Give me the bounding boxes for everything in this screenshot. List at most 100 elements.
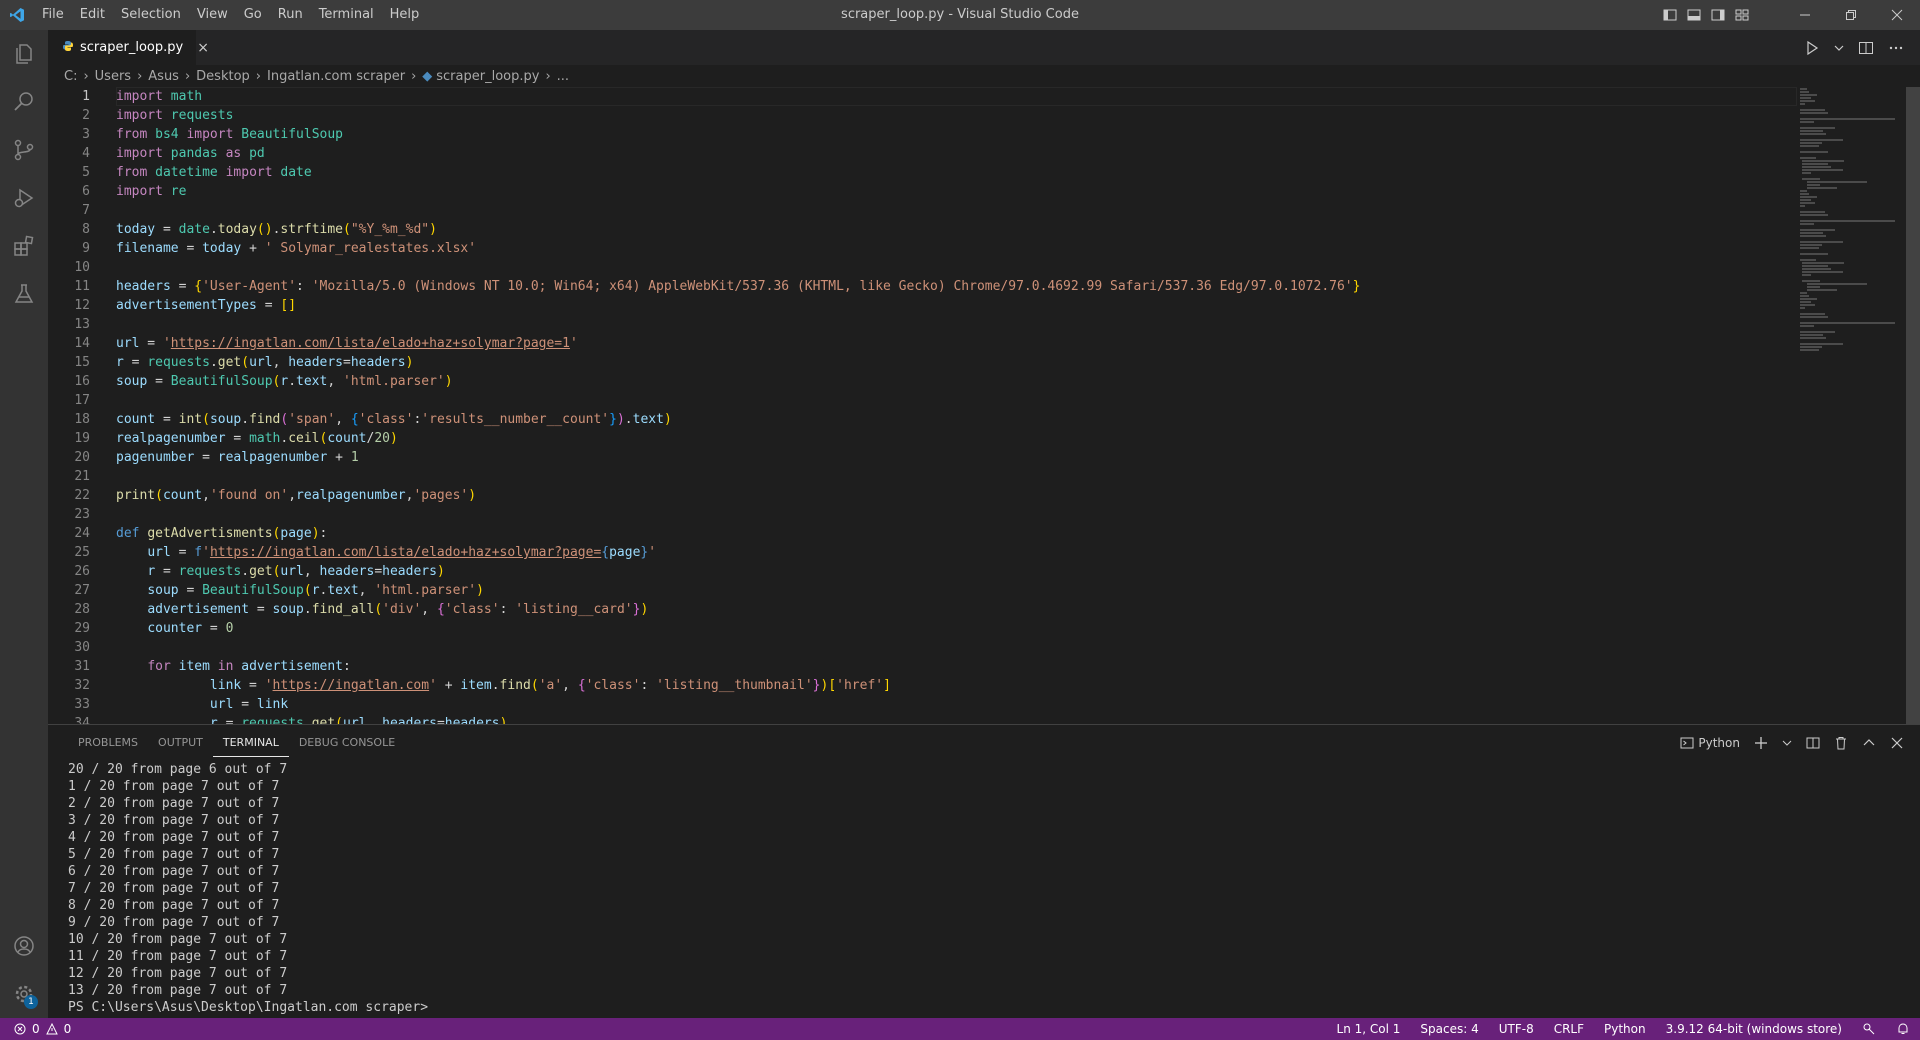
menu-view[interactable]: View — [189, 0, 236, 30]
tab-debug-console[interactable]: DEBUG CONSOLE — [289, 725, 405, 760]
code-line[interactable]: 26 r = requests.get(url, headers=headers… — [48, 562, 1907, 581]
code-line[interactable]: 25 url = f'https://ingatlan.com/lista/el… — [48, 543, 1907, 562]
terminal-shell-selector[interactable]: Python — [1680, 736, 1740, 750]
source-control-icon[interactable] — [0, 126, 48, 174]
code-line[interactable]: 1 import math — [48, 87, 1907, 106]
editor-vertical-scrollbar[interactable] — [1906, 87, 1920, 724]
breadcrumb-folder[interactable]: Ingatlan.com scraper — [267, 69, 405, 84]
breadcrumb-file[interactable]: scraper_loop.py — [436, 69, 539, 84]
menu-edit[interactable]: Edit — [72, 0, 113, 30]
code-line[interactable]: 8 today = date.today().strftime("%Y_%m_%d… — [48, 220, 1907, 239]
code-line[interactable]: 13 — [48, 315, 1907, 334]
menu-go[interactable]: Go — [236, 0, 270, 30]
breadcrumb-desktop[interactable]: Desktop — [196, 69, 250, 84]
menu-run[interactable]: Run — [270, 0, 311, 30]
menu-terminal[interactable]: Terminal — [311, 0, 382, 30]
code-line[interactable]: 9 filename = today + ' Solymar_realestate… — [48, 239, 1907, 258]
run-dropdown-chevron-icon[interactable] — [1834, 40, 1844, 56]
end-of-line[interactable]: CRLF — [1554, 1022, 1584, 1036]
extensions-icon[interactable] — [0, 222, 48, 270]
breadcrumb-symbols[interactable]: ... — [557, 69, 569, 84]
line-number: 32 — [74, 678, 90, 693]
code-line[interactable]: 23 — [48, 505, 1907, 524]
new-terminal-plus-icon[interactable] — [1754, 736, 1768, 750]
code-line[interactable]: 10 — [48, 258, 1907, 277]
kill-terminal-trash-icon[interactable] — [1834, 736, 1848, 750]
code-line[interactable]: 33 url = link — [48, 695, 1907, 714]
code-line[interactable]: 17 — [48, 391, 1907, 410]
close-panel-icon[interactable] — [1890, 736, 1904, 750]
code-line[interactable]: 4 import pandas as pd — [48, 144, 1907, 163]
code-line[interactable]: 15 r = requests.get(url, headers=headers) — [48, 353, 1907, 372]
code-line[interactable]: 32 link = 'https://ingatlan.com' + item.… — [48, 676, 1907, 695]
breadcrumb-asus[interactable]: Asus — [148, 69, 179, 84]
scrollbar-thumb[interactable] — [1906, 87, 1920, 724]
feedback-icon[interactable] — [1862, 1022, 1876, 1036]
file-encoding[interactable]: UTF-8 — [1499, 1022, 1534, 1036]
tab-scraper-loop[interactable]: scraper_loop.py × — [48, 30, 209, 65]
accounts-icon[interactable] — [0, 922, 48, 970]
testing-flask-icon[interactable] — [0, 270, 48, 318]
terminal-dropdown-chevron-icon[interactable] — [1782, 736, 1792, 750]
line-number: 34 — [74, 716, 90, 724]
code-line[interactable]: 11 headers = {'User-Agent': 'Mozilla/5.0 … — [48, 277, 1907, 296]
code-line[interactable]: 34 r = requests.get(url, headers=headers… — [48, 714, 1907, 724]
language-mode[interactable]: Python — [1604, 1022, 1646, 1036]
code-line[interactable]: 22 print(count,'found on',realpagenumber,… — [48, 486, 1907, 505]
code-text: realpagenumber = math.ceil(count/20) — [116, 431, 398, 446]
minimap-line — [1802, 163, 1828, 165]
line-number: 20 — [74, 450, 90, 465]
minimize-icon[interactable] — [1782, 0, 1828, 30]
code-line[interactable]: 16 soup = BeautifulSoup(r.text, 'html.par… — [48, 372, 1907, 391]
close-tab-icon[interactable]: × — [197, 40, 209, 56]
code-line[interactable]: 29 counter = 0 — [48, 619, 1907, 638]
run-python-file-icon[interactable] — [1804, 40, 1820, 56]
tab-terminal[interactable]: TERMINAL — [212, 725, 289, 757]
code-line[interactable]: 30 — [48, 638, 1907, 657]
tab-problems[interactable]: PROBLEMS — [68, 725, 148, 760]
code-line[interactable]: 14 url = 'https://ingatlan.com/lista/elad… — [48, 334, 1907, 353]
code-line[interactable]: 5 from datetime import date — [48, 163, 1907, 182]
explorer-icon[interactable] — [0, 30, 48, 78]
code-line[interactable]: 27 soup = BeautifulSoup(r.text, 'html.pa… — [48, 581, 1907, 600]
maximize-panel-chevron-up-icon[interactable] — [1862, 736, 1876, 750]
menu-selection[interactable]: Selection — [113, 0, 189, 30]
code-line[interactable]: 2 import requests — [48, 106, 1907, 125]
more-actions-icon[interactable] — [1888, 40, 1904, 56]
indentation[interactable]: Spaces: 4 — [1420, 1022, 1478, 1036]
menu-help[interactable]: Help — [382, 0, 428, 30]
code-line[interactable]: 18 count = int(soup.find('span', {'class'… — [48, 410, 1907, 429]
run-debug-icon[interactable] — [0, 174, 48, 222]
python-interpreter[interactable]: 3.9.12 64-bit (windows store) — [1666, 1022, 1842, 1036]
code-line[interactable]: 31 for item in advertisement: — [48, 657, 1907, 676]
code-line[interactable]: 24 def getAdvertisments(page): — [48, 524, 1907, 543]
notifications-bell-icon[interactable] — [1896, 1022, 1910, 1036]
code-line[interactable]: 20 pagenumber = realpagenumber + 1 — [48, 448, 1907, 467]
restore-icon[interactable] — [1828, 0, 1874, 30]
split-editor-icon[interactable] — [1858, 40, 1874, 56]
code-line[interactable]: 21 — [48, 467, 1907, 486]
search-icon[interactable] — [0, 78, 48, 126]
menu-file[interactable]: File — [34, 0, 72, 30]
code-line[interactable]: 3 from bs4 import BeautifulSoup — [48, 125, 1907, 144]
code-line[interactable]: 19 realpagenumber = math.ceil(count/20) — [48, 429, 1907, 448]
status-problems[interactable]: 0 0 — [0, 1022, 71, 1036]
terminal-output[interactable]: 20 / 20 from page 6 out of 7 1 / 20 from … — [68, 761, 1898, 1016]
cursor-position[interactable]: Ln 1, Col 1 — [1337, 1022, 1401, 1036]
toggle-panel-icon[interactable] — [1686, 7, 1702, 23]
close-window-icon[interactable] — [1874, 0, 1920, 30]
customize-layout-icon[interactable] — [1734, 7, 1750, 23]
breadcrumb-drive[interactable]: C: — [64, 69, 77, 84]
code-line[interactable]: 7 — [48, 201, 1907, 220]
tab-output[interactable]: OUTPUT — [148, 725, 213, 760]
toggle-secondary-sidebar-icon[interactable] — [1710, 7, 1726, 23]
code-line[interactable]: 28 advertisement = soup.find_all('div', … — [48, 600, 1907, 619]
split-terminal-icon[interactable] — [1806, 736, 1820, 750]
breadcrumb-users[interactable]: Users — [95, 69, 131, 84]
code-line[interactable]: 12 advertisementTypes = [] — [48, 296, 1907, 315]
code-line[interactable]: 6 import re — [48, 182, 1907, 201]
minimap[interactable] — [1800, 87, 1920, 724]
manage-gear-icon[interactable]: 1 — [0, 970, 48, 1018]
code-editor[interactable]: 1 import math 2 import requests 3 from bs4 im… — [48, 87, 1907, 724]
toggle-primary-sidebar-icon[interactable] — [1662, 7, 1678, 23]
